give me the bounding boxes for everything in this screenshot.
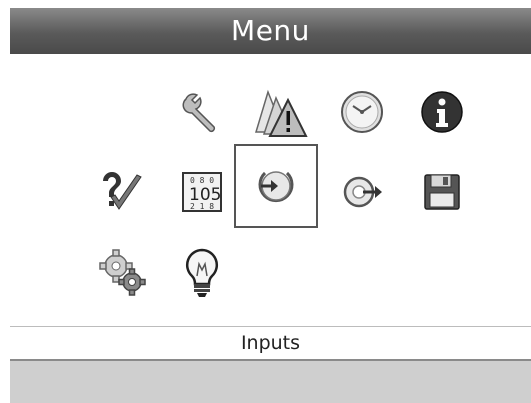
footer-bar	[10, 361, 531, 403]
svg-text:0 8 0: 0 8 0	[190, 176, 214, 185]
inputs-icon[interactable]	[234, 144, 318, 228]
info-icon[interactable]	[402, 72, 482, 152]
settings-gears-icon[interactable]	[82, 232, 162, 312]
svg-text:2 1 8: 2 1 8	[190, 202, 214, 211]
outputs-icon[interactable]	[322, 152, 402, 232]
wrench-icon[interactable]	[162, 72, 242, 152]
display-numbers-icon[interactable]: 0 8 0 105 2 1 8	[162, 152, 242, 232]
save-icon[interactable]	[402, 152, 482, 232]
menu-icon-grid: 0 8 0 105 2 1 8	[10, 54, 531, 326]
device-screen: Menu 0 8 0 105 2 1 8 Inputs	[10, 8, 531, 403]
title-bar: Menu	[10, 8, 531, 54]
clock-icon[interactable]	[322, 72, 402, 152]
warning-triangles-icon[interactable]	[242, 72, 322, 152]
page-title: Menu	[231, 14, 310, 47]
selected-item-label: Inputs	[240, 332, 301, 354]
status-divider-top	[10, 326, 531, 327]
lightbulb-icon[interactable]	[162, 232, 242, 312]
help-check-icon[interactable]	[82, 152, 162, 232]
